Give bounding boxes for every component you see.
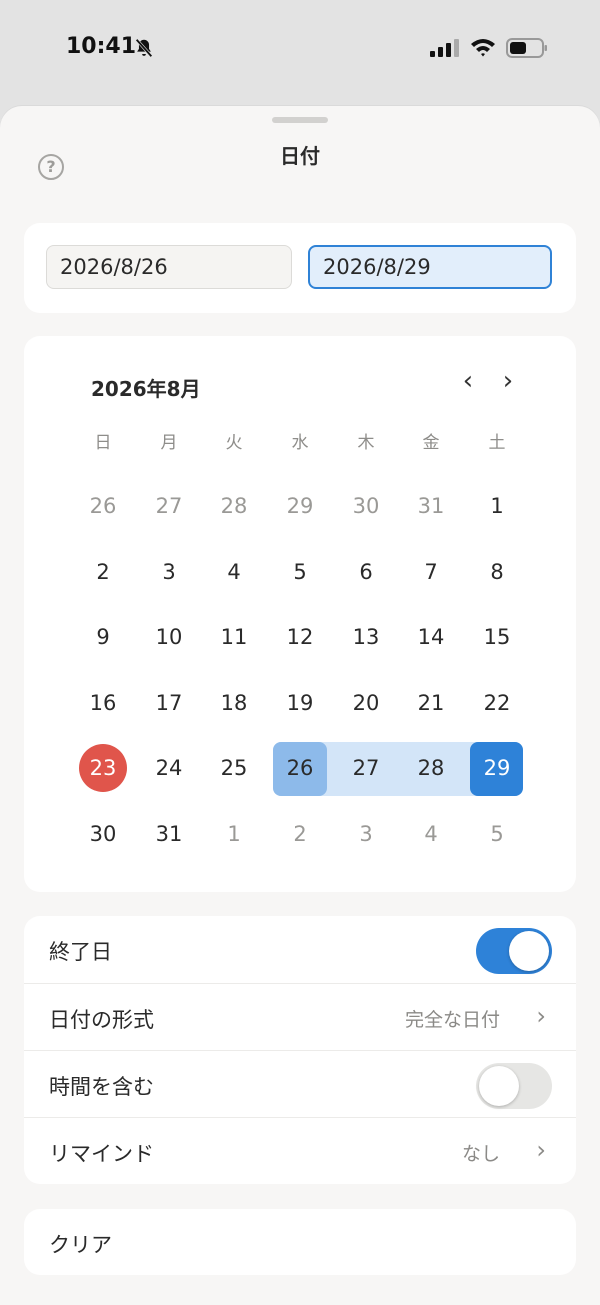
calendar-day[interactable]: 11 <box>207 610 261 664</box>
weekday-label: 土 <box>488 433 506 453</box>
calendar-day[interactable]: 26 <box>76 479 130 533</box>
clear-card[interactable]: クリア <box>24 1209 576 1275</box>
include-time-toggle[interactable] <box>476 1063 552 1109</box>
date-format-row[interactable]: 日付の形式 完全な日付 › <box>24 983 576 1050</box>
date-picker-sheet: ? 日付 2026/8/26 2026/8/29 2026年8月 ‹ › 日月火… <box>0 106 600 1305</box>
calendar-day[interactable]: 27 <box>142 479 196 533</box>
calendar-day[interactable]: 30 <box>339 479 393 533</box>
calendar-day[interactable]: 6 <box>339 545 393 599</box>
date-inputs-card: 2026/8/26 2026/8/29 <box>24 223 576 313</box>
bell-muted-icon <box>135 38 153 58</box>
weekday-label: 水 <box>291 433 309 453</box>
calendar-day-today[interactable]: 23 <box>76 741 130 795</box>
status-time: 10:41 <box>66 34 137 59</box>
sheet-grabber[interactable] <box>272 117 328 123</box>
calendar-day[interactable]: 21 <box>404 676 458 730</box>
start-date-field[interactable]: 2026/8/26 <box>46 245 292 289</box>
include-time-row[interactable]: 時間を含む <box>24 1050 576 1117</box>
calendar-day[interactable]: 14 <box>404 610 458 664</box>
calendar-day[interactable]: 13 <box>339 610 393 664</box>
date-format-label: 日付の形式 <box>49 1008 154 1032</box>
include-time-label: 時間を含む <box>49 1075 154 1099</box>
day-number: 23 <box>89 756 117 781</box>
calendar-day[interactable]: 3 <box>142 545 196 599</box>
calendar-day[interactable]: 15 <box>470 610 524 664</box>
weekday-label: 月 <box>160 433 178 453</box>
calendar-day[interactable]: 30 <box>76 807 130 861</box>
calendar-month-label: 2026年8月 <box>91 377 201 401</box>
sheet-title: 日付 <box>280 144 320 168</box>
weekday-label: 金 <box>422 433 440 453</box>
end-date-label: 終了日 <box>49 940 112 964</box>
reminder-value: なし <box>461 1143 500 1165</box>
calendar-day[interactable]: 8 <box>470 545 524 599</box>
end-date-field[interactable]: 2026/8/29 <box>308 245 552 289</box>
calendar-day[interactable]: 3 <box>339 807 393 861</box>
calendar-day[interactable]: 1 <box>207 807 261 861</box>
calendar-day[interactable]: 28 <box>207 479 261 533</box>
calendar-day[interactable]: 28 <box>404 741 458 795</box>
calendar-day[interactable]: 27 <box>339 741 393 795</box>
toggle-knob <box>509 931 549 971</box>
calendar-day[interactable]: 29 <box>273 479 327 533</box>
cellular-signal-icon <box>430 39 459 57</box>
wifi-icon <box>471 39 495 57</box>
chevron-right-icon[interactable]: › <box>496 368 520 396</box>
clear-button[interactable]: クリア <box>49 1229 112 1259</box>
calendar-day[interactable]: 2 <box>273 807 327 861</box>
chevron-left-icon[interactable]: ‹ <box>456 368 480 396</box>
weekday-label: 火 <box>225 433 243 453</box>
weekday-label: 日 <box>94 433 112 453</box>
calendar-day[interactable]: 5 <box>470 807 524 861</box>
calendar-day[interactable]: 31 <box>142 807 196 861</box>
end-date-row[interactable]: 終了日 <box>24 916 576 983</box>
calendar-day[interactable]: 17 <box>142 676 196 730</box>
calendar-day[interactable]: 19 <box>273 676 327 730</box>
date-settings-card: 終了日 日付の形式 完全な日付 › 時間を含む リマインド なし › <box>24 916 576 1184</box>
status-bar: 10:41 <box>0 0 600 100</box>
calendar-day[interactable]: 7 <box>404 545 458 599</box>
reminder-label: リマインド <box>49 1142 154 1166</box>
calendar-day[interactable]: 16 <box>76 676 130 730</box>
chevron-right-icon: › <box>536 1002 546 1030</box>
calendar-day[interactable]: 10 <box>142 610 196 664</box>
calendar-day[interactable]: 2 <box>76 545 130 599</box>
calendar-day-range-end[interactable]: 29 <box>470 741 524 795</box>
end-date-toggle[interactable] <box>476 928 552 974</box>
calendar-day[interactable]: 31 <box>404 479 458 533</box>
calendar-day[interactable]: 18 <box>207 676 261 730</box>
calendar-day[interactable]: 24 <box>142 741 196 795</box>
calendar-day[interactable]: 4 <box>207 545 261 599</box>
calendar-day-range-start[interactable]: 26 <box>273 741 327 795</box>
calendar-day[interactable]: 12 <box>273 610 327 664</box>
toggle-knob <box>479 1066 519 1106</box>
calendar-day[interactable]: 25 <box>207 741 261 795</box>
calendar-day[interactable]: 20 <box>339 676 393 730</box>
weekday-label: 木 <box>357 433 375 453</box>
chevron-right-icon: › <box>536 1136 546 1164</box>
calendar-day[interactable]: 9 <box>76 610 130 664</box>
calendar: 2026年8月 ‹ › 日月火水木金土 26 27 28 29 30 31 1 2 3 4 5 6 7 8… <box>24 336 576 892</box>
calendar-day[interactable]: 22 <box>470 676 524 730</box>
calendar-day[interactable]: 1 <box>470 479 524 533</box>
calendar-day[interactable]: 5 <box>273 545 327 599</box>
date-format-value: 完全な日付 <box>404 1009 500 1031</box>
reminder-row[interactable]: リマインド なし › <box>24 1117 576 1184</box>
calendar-day[interactable]: 4 <box>404 807 458 861</box>
battery-icon <box>506 38 547 58</box>
